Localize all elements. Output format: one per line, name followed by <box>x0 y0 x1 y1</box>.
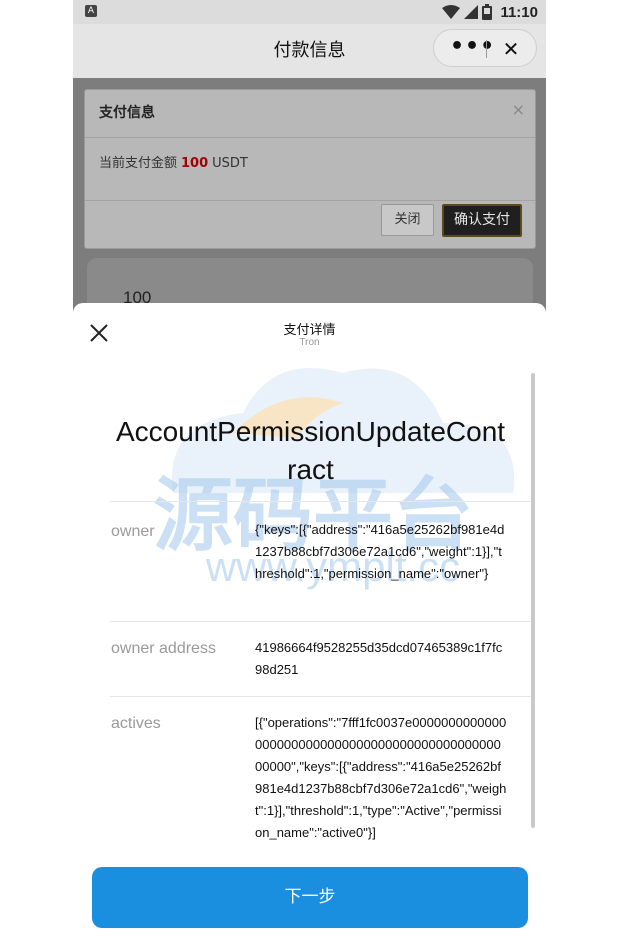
scrollbar[interactable] <box>531 373 535 828</box>
pay-info-dialog: 支付信息 × 当前支付金额 100 USDT 关闭 确认支付 <box>84 89 536 249</box>
field-value-actives: [{"operations":"7fff1fc0037e000000000000… <box>255 715 507 840</box>
next-step-button[interactable]: 下一步 <box>92 867 528 928</box>
pay-info-close-icon[interactable]: × <box>512 100 525 119</box>
field-value-owner: {"keys":[{"address":"416a5e25262bf981e4d… <box>255 522 505 581</box>
capsule-divider <box>486 40 487 58</box>
payment-details-sheet: 源码平台 www.ymplt.cc 支付详情 Tron AccountPermi… <box>73 303 546 944</box>
field-value-owner-address: 41986664f9528255d35dcd07465389c1f7fc98d2… <box>255 640 503 677</box>
sheet-title: 支付详情 <box>283 323 336 338</box>
pay-info-title: 支付信息 <box>99 105 155 121</box>
amount-value: 100 <box>181 156 209 171</box>
amount-currency: USDT <box>212 156 248 171</box>
divider <box>110 501 535 502</box>
battery-icon <box>482 4 493 20</box>
app-badge-icon: A <box>85 5 97 17</box>
left-margin <box>0 0 73 944</box>
amount-prefix: 当前支付金额 <box>99 156 178 171</box>
close-button[interactable]: 关闭 <box>381 204 434 236</box>
field-label-actives: actives <box>111 715 161 732</box>
divider <box>110 696 535 697</box>
confirm-pay-button[interactable]: 确认支付 <box>442 204 522 237</box>
status-icons: 11:10 <box>442 2 538 22</box>
navigation-header: 付款信息 ••• ✕ <box>73 24 546 78</box>
more-button[interactable]: ••• <box>450 30 494 68</box>
wifi-icon <box>442 5 461 19</box>
contract-name: AccountPermissionUpdateContract <box>115 416 506 485</box>
details-scroll-area[interactable]: AccountPermissionUpdateContract owner {"… <box>73 358 546 853</box>
menu-capsule: ••• ✕ <box>433 29 537 67</box>
field-label-owner-address: owner address <box>111 640 216 657</box>
status-time: 11:10 <box>500 3 538 21</box>
sheet-subtitle: Tron <box>299 337 320 348</box>
right-margin <box>546 0 619 944</box>
phone-screen: A 11:10 付款信息 ••• ✕ 支付信息 × 当前支付金额 100 USDT … <box>73 0 546 944</box>
divider <box>110 621 535 622</box>
field-label-owner: owner <box>111 523 155 540</box>
status-bar: A 11:10 <box>73 0 546 24</box>
close-mini-program-button[interactable]: ✕ <box>494 30 528 68</box>
divider <box>85 137 535 138</box>
signal-icon <box>464 5 479 19</box>
pay-amount-row: 当前支付金额 100 USDT <box>99 152 248 171</box>
divider <box>85 200 535 201</box>
